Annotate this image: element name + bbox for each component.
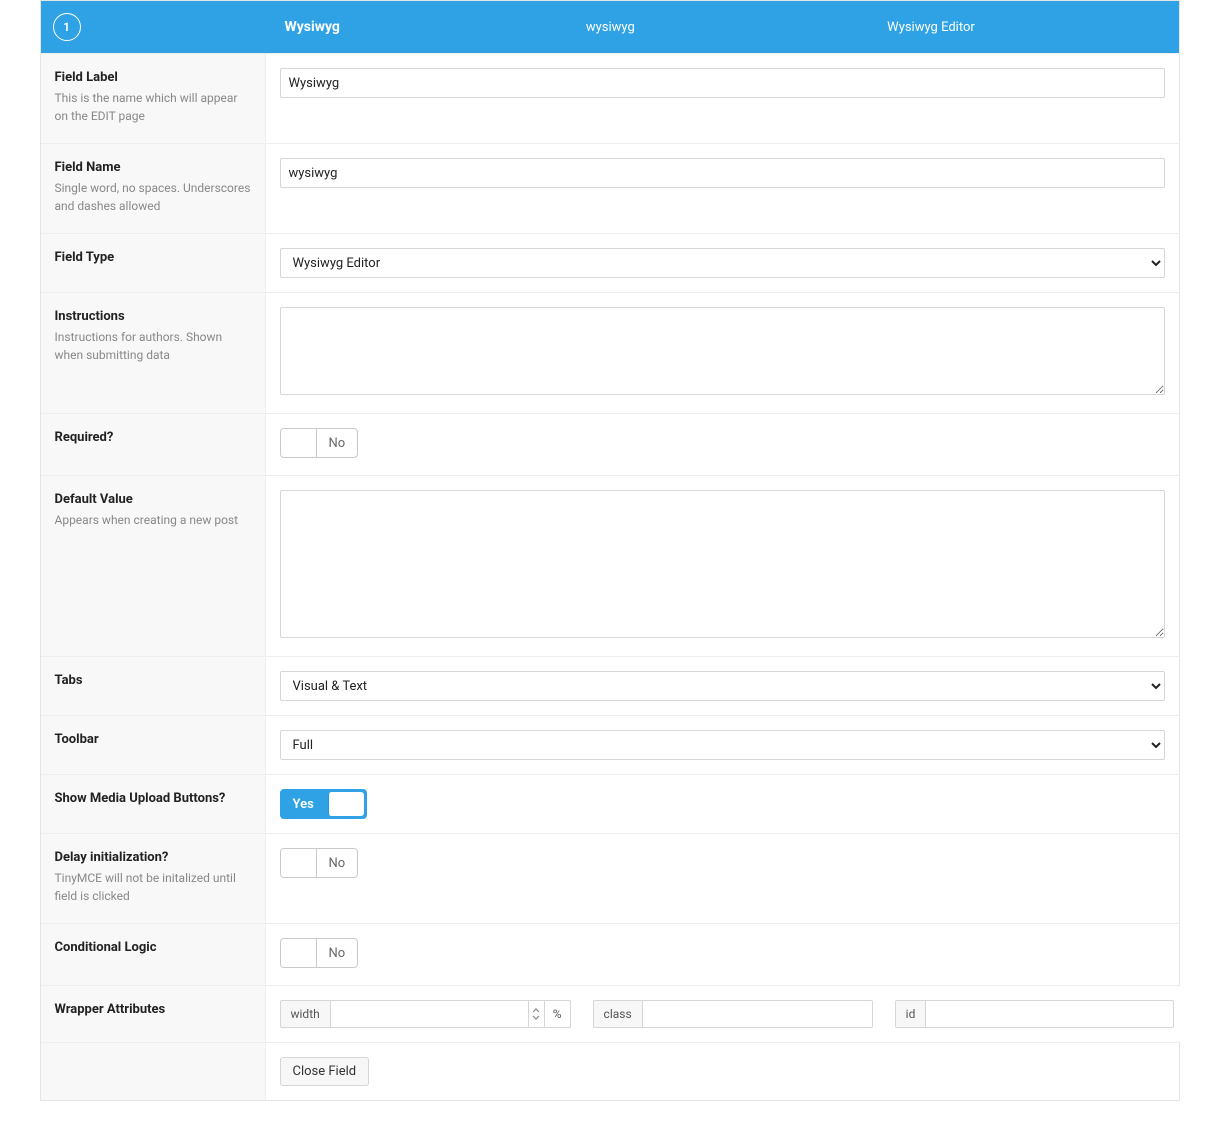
side-toolbar: Toolbar: [41, 716, 266, 774]
attr-id: id: [895, 1000, 1175, 1028]
desc-field-label: This is the name which will appear on th…: [55, 89, 251, 125]
side-required: Required?: [41, 414, 266, 475]
toggle-knob: [281, 939, 317, 967]
main-wrapper: width % class id: [266, 986, 1189, 1042]
row-required: Required? No: [41, 413, 1179, 475]
attr-width-label: width: [280, 1000, 331, 1028]
desc-instructions: Instructions for authors. Shown when sub…: [55, 328, 251, 364]
field-order-number: 1: [63, 20, 70, 34]
main-default-value: [266, 476, 1179, 656]
header-label: Wysiwyg: [85, 19, 564, 35]
side-field-type: Field Type: [41, 234, 266, 292]
row-delay-init: Delay initialization? TinyMCE will not b…: [41, 833, 1179, 923]
field-header-columns: Wysiwyg wysiwyg Wysiwyg Editor: [85, 19, 1167, 35]
side-wrapper: Wrapper Attributes: [41, 986, 266, 1042]
row-instructions: Instructions Instructions for authors. S…: [41, 292, 1179, 413]
side-conditional: Conditional Logic: [41, 924, 266, 985]
row-toolbar: Toolbar Full: [41, 715, 1179, 774]
desc-delay-init: TinyMCE will not be initalized until fie…: [55, 869, 251, 905]
stepper-icon[interactable]: [529, 1000, 545, 1028]
row-conditional: Conditional Logic No: [41, 923, 1179, 985]
main-conditional: No: [266, 924, 1179, 985]
toggle-label-conditional: No: [317, 946, 358, 961]
toggle-label-delay-init: No: [317, 856, 358, 871]
row-default-value: Default Value Appears when creating a ne…: [41, 475, 1179, 656]
title-toolbar: Toolbar: [55, 732, 251, 747]
select-tabs[interactable]: Visual & Text: [280, 671, 1165, 701]
toggle-label-required: No: [317, 436, 358, 451]
chevron-up-down-icon: [532, 1007, 540, 1021]
title-instructions: Instructions: [55, 309, 251, 324]
title-field-name: Field Name: [55, 160, 251, 175]
main-close: Close Field: [266, 1043, 1179, 1100]
select-toolbar[interactable]: Full: [280, 730, 1165, 760]
desc-field-name: Single word, no spaces. Underscores and …: [55, 179, 251, 215]
toggle-label-media-upload: Yes: [281, 797, 326, 812]
toggle-required[interactable]: No: [280, 428, 359, 458]
side-media-upload: Show Media Upload Buttons?: [41, 775, 266, 833]
attr-width: width %: [280, 1000, 571, 1028]
side-close: [41, 1043, 266, 1100]
toggle-knob: [328, 792, 364, 816]
row-field-name: Field Name Single word, no spaces. Under…: [41, 143, 1179, 233]
title-default-value: Default Value: [55, 492, 251, 507]
attr-id-label: id: [895, 1000, 927, 1028]
title-field-label: Field Label: [55, 70, 251, 85]
desc-default-value: Appears when creating a new post: [55, 511, 251, 529]
textarea-instructions[interactable]: [280, 307, 1165, 395]
input-wrapper-width[interactable]: [331, 1000, 529, 1028]
side-field-name: Field Name Single word, no spaces. Under…: [41, 144, 266, 233]
field-header[interactable]: 1 Wysiwyg wysiwyg Wysiwyg Editor: [41, 1, 1179, 53]
toggle-media-upload[interactable]: Yes: [280, 789, 367, 819]
side-field-label: Field Label This is the name which will …: [41, 54, 266, 143]
header-name: wysiwyg: [564, 20, 865, 35]
side-tabs: Tabs: [41, 657, 266, 715]
attr-class: class: [593, 1000, 873, 1028]
main-instructions: [266, 293, 1179, 413]
main-toolbar: Full: [266, 716, 1179, 774]
title-conditional: Conditional Logic: [55, 940, 251, 955]
wrapper-attrs-group: width % class id: [280, 1000, 1175, 1028]
main-field-label: [266, 54, 1179, 143]
main-field-type: Wysiwyg Editor: [266, 234, 1179, 292]
main-field-name: [266, 144, 1179, 233]
close-field-button[interactable]: Close Field: [280, 1057, 370, 1086]
input-field-name[interactable]: [280, 158, 1165, 188]
main-required: No: [266, 414, 1179, 475]
side-delay-init: Delay initialization? TinyMCE will not b…: [41, 834, 266, 923]
input-field-label[interactable]: [280, 68, 1165, 98]
main-delay-init: No: [266, 834, 1179, 923]
field-settings-panel: 1 Wysiwyg wysiwyg Wysiwyg Editor Field L…: [40, 0, 1180, 1101]
attr-class-label: class: [593, 1000, 643, 1028]
row-media-upload: Show Media Upload Buttons? Yes: [41, 774, 1179, 833]
toggle-delay-init[interactable]: No: [280, 848, 359, 878]
toggle-knob: [281, 849, 317, 877]
title-media-upload: Show Media Upload Buttons?: [55, 791, 251, 806]
input-wrapper-class[interactable]: [643, 1000, 873, 1028]
select-field-type[interactable]: Wysiwyg Editor: [280, 248, 1165, 278]
main-media-upload: Yes: [266, 775, 1179, 833]
toggle-knob: [281, 429, 317, 457]
side-default-value: Default Value Appears when creating a ne…: [41, 476, 266, 656]
row-field-label: Field Label This is the name which will …: [41, 53, 1179, 143]
row-close: Close Field: [41, 1042, 1179, 1100]
attr-width-unit: %: [545, 1000, 571, 1028]
title-tabs: Tabs: [55, 673, 251, 688]
row-tabs: Tabs Visual & Text: [41, 656, 1179, 715]
title-wrapper: Wrapper Attributes: [55, 1002, 251, 1017]
row-wrapper: Wrapper Attributes width % class: [41, 985, 1179, 1042]
title-field-type: Field Type: [55, 250, 251, 265]
header-type: Wysiwyg Editor: [865, 20, 1166, 35]
textarea-default-value[interactable]: [280, 490, 1165, 638]
toggle-conditional[interactable]: No: [280, 938, 359, 968]
title-delay-init: Delay initialization?: [55, 850, 251, 865]
title-required: Required?: [55, 430, 251, 445]
input-wrapper-id[interactable]: [926, 1000, 1174, 1028]
row-field-type: Field Type Wysiwyg Editor: [41, 233, 1179, 292]
field-order-badge: 1: [53, 13, 81, 41]
main-tabs: Visual & Text: [266, 657, 1179, 715]
side-instructions: Instructions Instructions for authors. S…: [41, 293, 266, 413]
